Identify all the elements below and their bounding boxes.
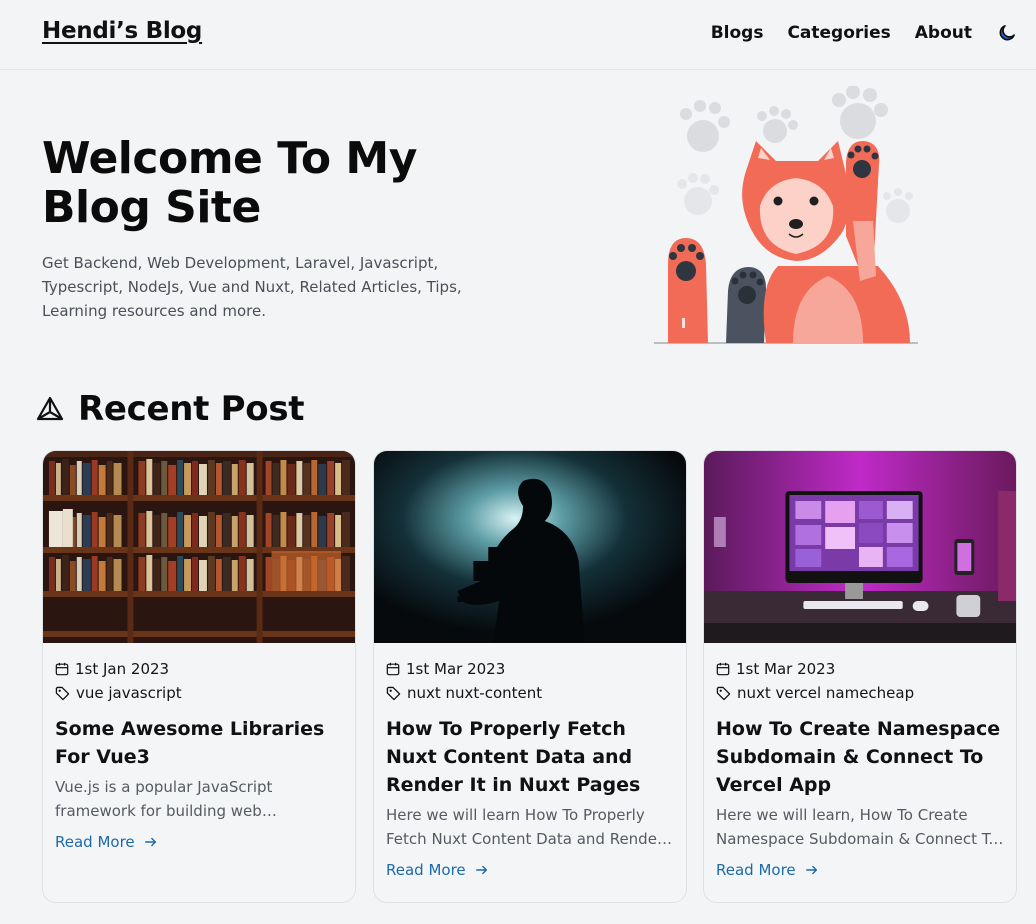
post-description: Here we will learn How To Properly Fetch… [386, 806, 664, 848]
post-card[interactable]: 1st Mar 2023 nuxt nuxt-content How To Pr… [373, 450, 687, 903]
recent-post-title: Recent Post [78, 389, 305, 429]
post-card[interactable]: 1st Mar 2023 nuxt vercel namecheap How T… [703, 450, 1017, 903]
post-title[interactable]: How To Properly Fetch Nuxt Content Data … [386, 715, 674, 799]
shiba-dog-illustration [654, 86, 918, 344]
read-more-label: Read More [55, 833, 135, 851]
nav-about[interactable]: About [915, 23, 972, 43]
read-more-link[interactable]: Read More [386, 861, 489, 879]
bookshelf-photo [43, 451, 355, 643]
post-tags-text[interactable]: nuxt vercel namecheap [737, 684, 914, 702]
arrow-right-icon [144, 837, 156, 847]
post-date-text: 1st Mar 2023 [736, 660, 836, 678]
moon-icon [999, 25, 1015, 41]
post-tags: nuxt nuxt-content [386, 681, 674, 705]
main-nav: Blogs Categories About [687, 22, 1018, 44]
calendar-icon [386, 662, 400, 676]
post-title[interactable]: Some Awesome Libraries For Vue3 [55, 715, 343, 771]
read-more-label: Read More [716, 861, 796, 879]
post-title[interactable]: How To Create Namespace Subdomain & Conn… [716, 715, 1004, 799]
hero-title: Welcome To My Blog Site [42, 133, 417, 233]
post-card[interactable]: 1st Jan 2023 vue javascript Some Awesome… [42, 450, 356, 903]
camera-operator-silhouette-photo [374, 451, 686, 643]
arrow-right-icon [475, 865, 487, 875]
site-logo[interactable]: Hendi’s Blog [42, 18, 202, 44]
recent-post-heading: Recent Post [36, 389, 305, 429]
post-date: 1st Mar 2023 [386, 657, 674, 681]
post-tags: nuxt vercel namecheap [716, 681, 1004, 705]
nav-blogs[interactable]: Blogs [711, 23, 764, 43]
post-date: 1st Jan 2023 [55, 657, 343, 681]
tag-icon [716, 686, 731, 700]
post-date-text: 1st Jan 2023 [75, 660, 170, 678]
theme-toggle-button[interactable] [996, 22, 1018, 44]
pink-desk-setup-photo [704, 451, 1016, 643]
post-description: Here we will learn, How To Create Namesp… [716, 806, 998, 848]
post-date: 1st Mar 2023 [716, 657, 1004, 681]
calendar-icon [55, 662, 69, 676]
post-tags-text[interactable]: nuxt nuxt-content [407, 684, 542, 702]
post-tags: vue javascript [55, 681, 343, 705]
read-more-link[interactable]: Read More [716, 861, 819, 879]
tag-icon [386, 686, 401, 700]
calendar-icon [716, 662, 730, 676]
post-description: Vue.js is a popular JavaScript framework… [55, 778, 273, 820]
tag-icon [55, 686, 70, 700]
nav-categories[interactable]: Categories [787, 23, 890, 43]
post-tags-text[interactable]: vue javascript [76, 684, 182, 702]
read-more-link[interactable]: Read More [55, 833, 158, 851]
arrow-right-icon [805, 865, 817, 875]
nuxt-logo-icon [36, 396, 64, 421]
post-date-text: 1st Mar 2023 [406, 660, 506, 678]
site-header: Hendi’s Blog Blogs Categories About [0, 0, 1036, 70]
hero-description: Get Backend, Web Development, Laravel, J… [42, 254, 462, 320]
read-more-label: Read More [386, 861, 466, 879]
